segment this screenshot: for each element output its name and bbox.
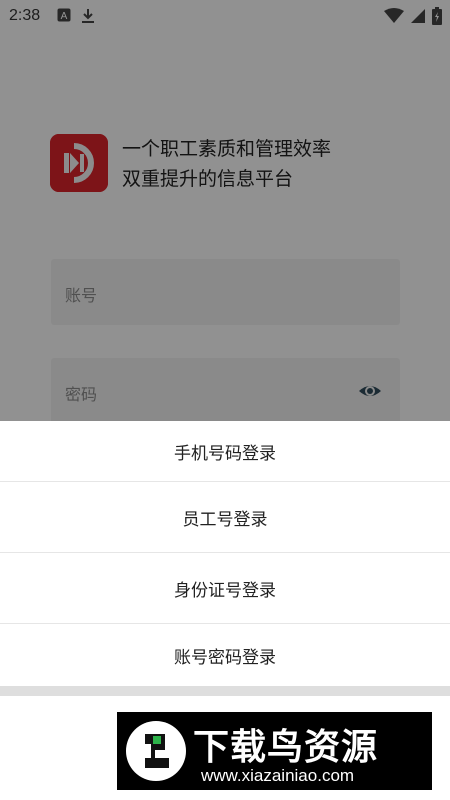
sheet-separator [0,686,450,696]
watermark: 下载鸟资源 www.xiazainiao.com [117,712,432,790]
login-option-phone[interactable]: 手机号码登录 [0,421,450,481]
watermark-url: www.xiazainiao.com [201,766,355,785]
watermark-title: 下载鸟资源 [193,727,379,768]
watermark-logo-icon [125,720,187,782]
login-option-account-password[interactable]: 账号密码登录 [0,624,450,686]
login-option-id-card[interactable]: 身份证号登录 [0,553,450,623]
login-option-employee-id[interactable]: 员工号登录 [0,482,450,552]
